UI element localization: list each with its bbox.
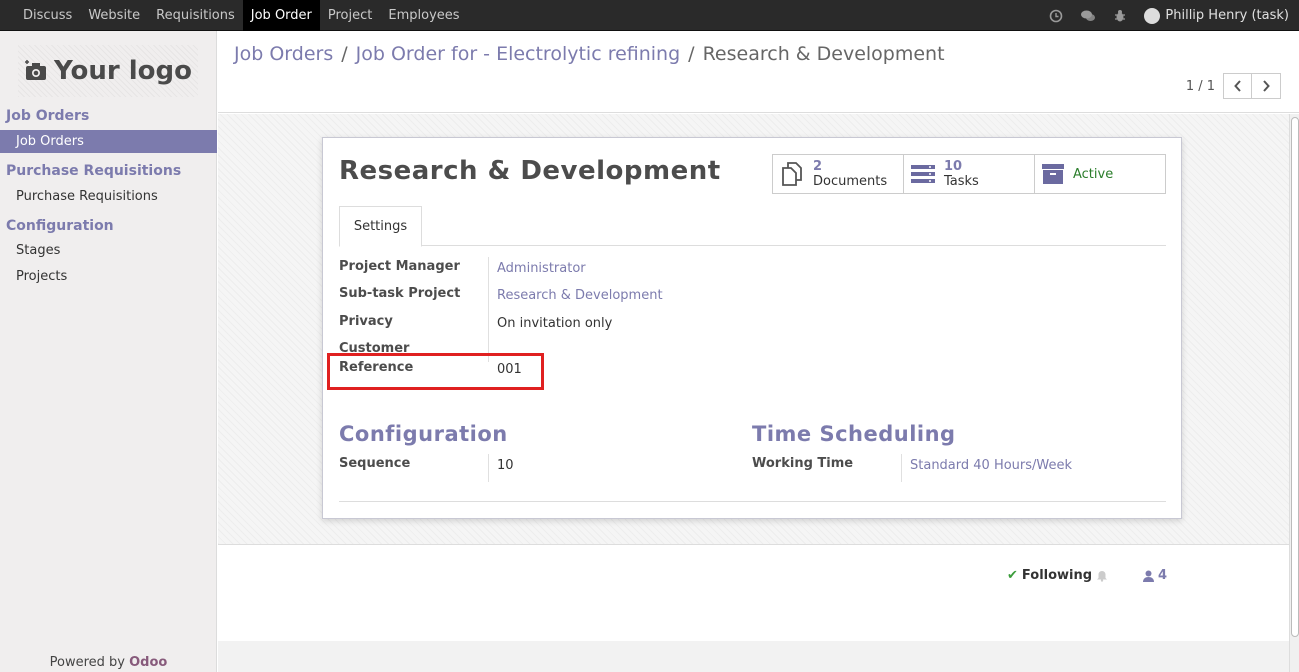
privacy-value[interactable]: On invitation only — [497, 316, 612, 331]
notebook-tabs: Settings — [339, 206, 1166, 247]
time-scheduling-heading: Time Scheduling — [752, 422, 956, 446]
project-manager-label: Project Manager — [339, 259, 460, 274]
form-view: Research & Development 2 Documents 10 Ta… — [218, 114, 1289, 544]
user-menu[interactable]: Phillip Henry (task) — [1144, 7, 1289, 24]
clock-icon[interactable] — [1048, 8, 1064, 24]
tasks-button[interactable]: 10 Tasks — [904, 155, 1035, 193]
documents-button[interactable]: 2 Documents — [773, 155, 904, 193]
systray: Phillip Henry (task) — [1048, 0, 1289, 31]
footer-strip — [218, 641, 1289, 672]
following-label: Following — [1021, 568, 1093, 583]
tab-settings[interactable]: Settings — [339, 206, 422, 247]
pager: 1 / 1 — [1186, 73, 1281, 99]
sidebar-item-job-orders[interactable]: Job Orders — [0, 130, 217, 153]
subtask-project-value[interactable]: Research & Development — [497, 288, 663, 303]
menu-requisitions[interactable]: Requisitions — [148, 0, 243, 31]
documents-count: 2 — [813, 158, 823, 174]
menu-employees[interactable]: Employees — [380, 0, 467, 31]
breadcrumb-current: Research & Development — [702, 43, 945, 65]
menu-project[interactable]: Project — [320, 0, 380, 31]
sequence-label: Sequence — [339, 456, 411, 471]
company-logo[interactable]: Your logo — [18, 45, 198, 97]
followers-count: 4 — [1158, 568, 1168, 583]
smart-button-box: 2 Documents 10 Tasks Active — [772, 154, 1166, 194]
top-navbar: Discuss Website Requisitions Job Order P… — [0, 0, 1299, 31]
sidebar-item-purchase-requisitions[interactable]: Purchase Requisitions — [0, 185, 217, 208]
documents-icon — [782, 162, 802, 186]
camera-icon — [25, 60, 47, 80]
working-time-label: Working Time — [752, 456, 854, 471]
following-button[interactable]: ✔ Following — [1007, 568, 1108, 583]
powered-by: Powered by Odoo — [0, 655, 217, 670]
user-name: Phillip Henry (task) — [1165, 8, 1289, 23]
archive-icon — [1042, 164, 1064, 184]
chevron-right-icon — [1263, 80, 1270, 92]
chat-icon[interactable] — [1080, 8, 1096, 24]
field-divider — [488, 454, 489, 482]
bell-icon[interactable] — [1096, 570, 1108, 582]
form-sheet: Research & Development 2 Documents 10 Ta… — [322, 137, 1182, 519]
sidebar-section-job-orders: Job Orders — [6, 108, 90, 124]
scrollbar-thumb[interactable] — [1291, 117, 1299, 637]
field-divider — [488, 257, 489, 362]
pager-value[interactable]: 1 / 1 — [1186, 79, 1215, 94]
tasks-icon — [911, 165, 935, 183]
chatter: ✔ Following 4 — [218, 544, 1289, 641]
sidebar-item-stages[interactable]: Stages — [0, 239, 217, 262]
field-divider — [901, 454, 902, 482]
user-icon — [1143, 570, 1154, 582]
sheet-divider — [339, 501, 1166, 502]
scrollbar[interactable] — [1289, 114, 1299, 672]
breadcrumb: Job Orders / Job Order for - Electrolyti… — [234, 43, 945, 65]
record-title: Research & Development — [339, 156, 721, 186]
project-manager-value[interactable]: Administrator — [497, 261, 586, 276]
sidebar: Your logo Job Orders Job Orders Purchase… — [0, 31, 217, 672]
menu-job-order[interactable]: Job Order — [242, 0, 320, 31]
odoo-link[interactable]: Odoo — [129, 655, 167, 670]
breadcrumb-separator: / — [341, 43, 348, 65]
pager-previous-button[interactable] — [1223, 73, 1252, 99]
powered-by-text: Powered by — [49, 655, 125, 670]
highlight-box — [327, 353, 544, 390]
chevron-left-icon — [1233, 80, 1241, 92]
app-menu: Discuss Website Requisitions Job Order P… — [15, 0, 468, 31]
active-toggle-button[interactable]: Active — [1035, 155, 1165, 193]
control-panel: Job Orders / Job Order for - Electrolyti… — [218, 31, 1299, 113]
main-content: Job Orders / Job Order for - Electrolyti… — [218, 31, 1299, 672]
sidebar-section-configuration: Configuration — [6, 218, 114, 234]
sidebar-item-projects[interactable]: Projects — [0, 265, 217, 288]
tasks-count: 10 — [944, 158, 963, 174]
followers-button[interactable]: 4 — [1143, 568, 1167, 583]
pager-next-button[interactable] — [1252, 73, 1281, 99]
logo-text: Your logo — [54, 56, 192, 86]
subtask-project-label: Sub-task Project — [339, 286, 461, 301]
sidebar-section-purchase-requisitions: Purchase Requisitions — [6, 163, 182, 179]
tasks-label: Tasks — [944, 173, 979, 189]
documents-label: Documents — [813, 173, 888, 189]
avatar — [1144, 7, 1161, 24]
breadcrumb-job-orders[interactable]: Job Orders — [234, 43, 333, 65]
sequence-value[interactable]: 10 — [497, 458, 514, 473]
check-icon: ✔ — [1007, 568, 1018, 583]
breadcrumb-separator: / — [688, 43, 695, 65]
menu-discuss[interactable]: Discuss — [15, 0, 80, 31]
privacy-label: Privacy — [339, 314, 393, 329]
active-label: Active — [1073, 166, 1114, 182]
breadcrumb-job-order[interactable]: Job Order for - Electrolytic refining — [356, 43, 681, 65]
bug-icon[interactable] — [1112, 8, 1128, 24]
configuration-heading: Configuration — [339, 422, 508, 446]
menu-website[interactable]: Website — [80, 0, 148, 31]
working-time-value[interactable]: Standard 40 Hours/Week — [910, 458, 1072, 473]
